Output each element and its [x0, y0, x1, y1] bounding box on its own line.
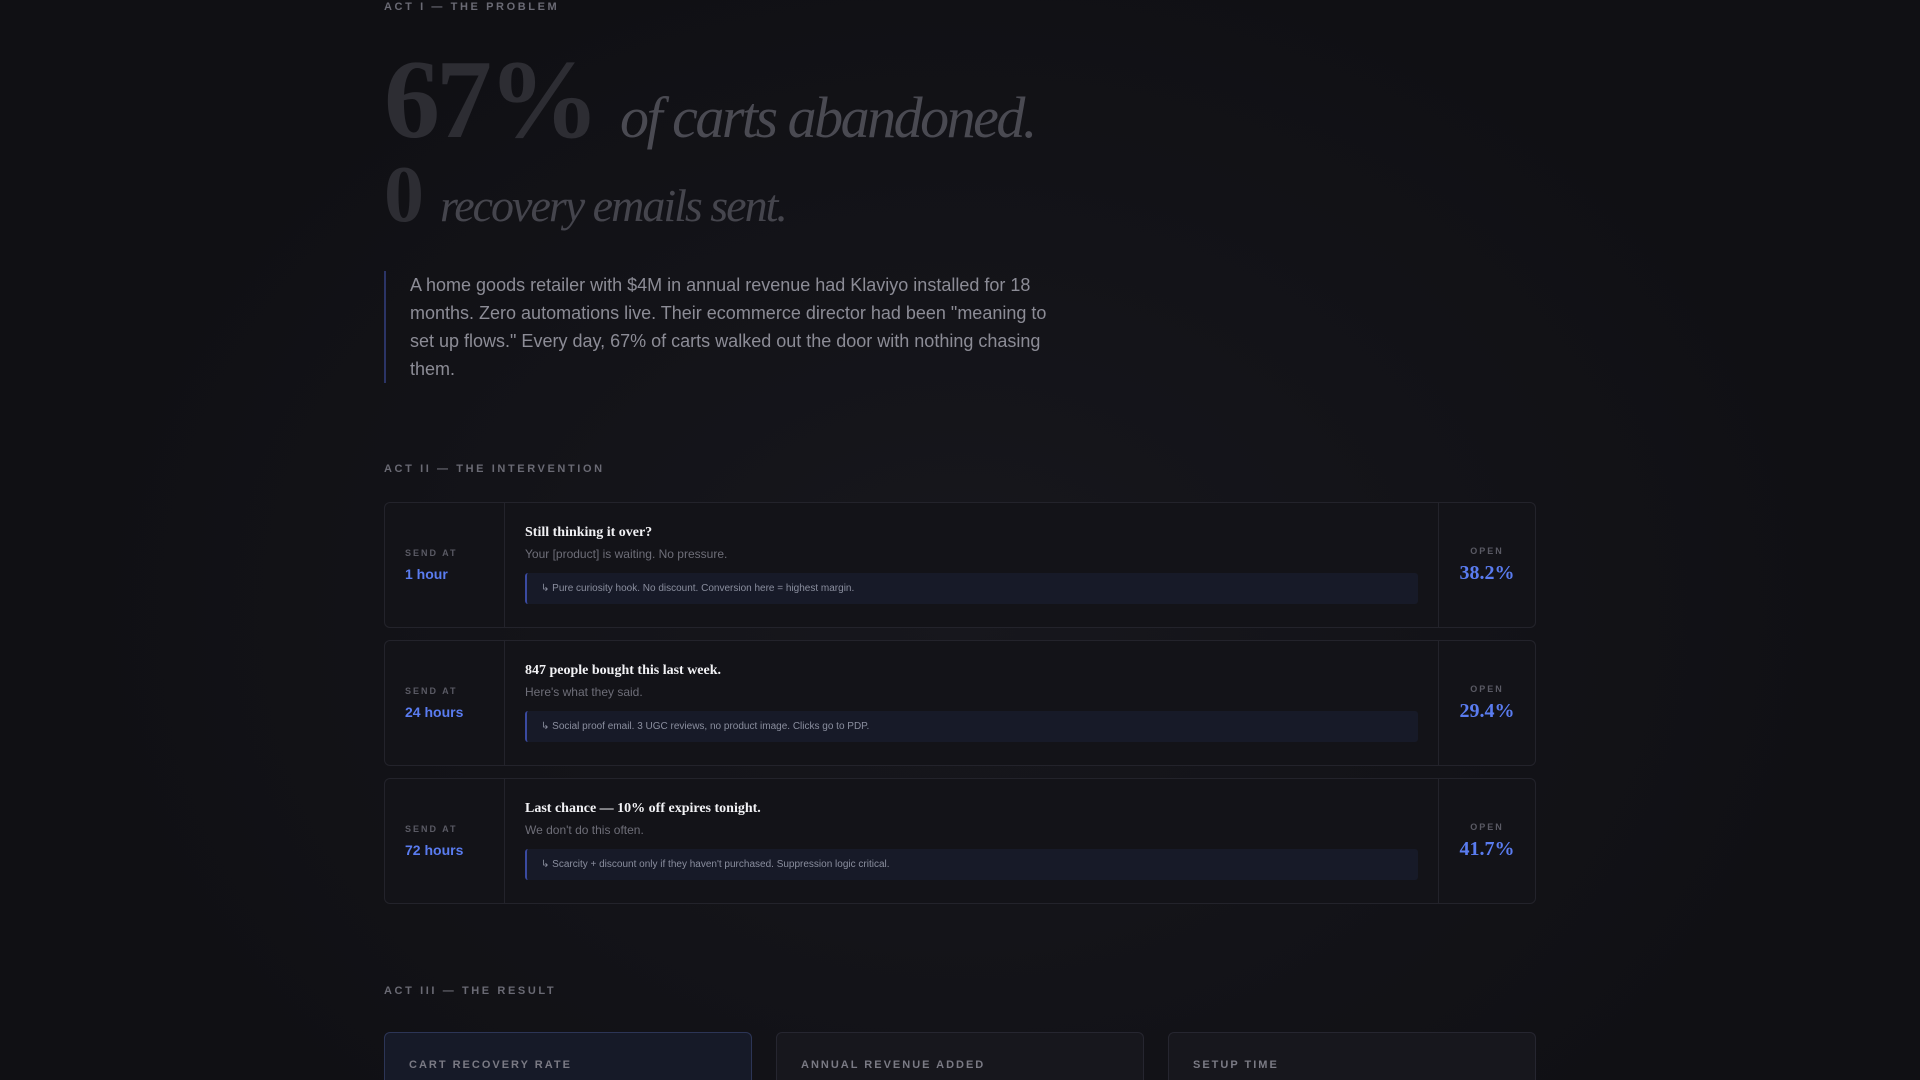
email-step-2: SEND AT 24 hours 847 people bought this … [384, 640, 1536, 766]
open-rate: OPEN 41.7% [1438, 779, 1535, 903]
result-card-revenue: ANNUAL REVENUE ADDED [776, 1032, 1144, 1080]
act2-label: ACT II — THE INTERVENTION [384, 463, 605, 475]
act1-label: ACT I — THE PROBLEM [384, 1, 560, 13]
email-subject: Still thinking it over? [525, 525, 653, 540]
email-content: 847 people bought this last week. Here's… [505, 641, 1438, 765]
email-content: Last chance — 10% off expires tonight. W… [505, 779, 1438, 903]
result-label: SETUP TIME [1193, 1059, 1279, 1071]
send-delay: 24 hours [405, 704, 464, 720]
email-preview: Here's what they said. [525, 685, 643, 699]
abandoned-caption: of carts abandoned. [620, 85, 1037, 150]
open-rate: OPEN 38.2% [1438, 503, 1535, 627]
strategy-note: ↳ Scarcity + discount only if they haven… [525, 849, 1418, 880]
emails-count: 0 [384, 151, 424, 239]
open-label: OPEN [1470, 545, 1504, 556]
send-timing: SEND AT 72 hours [385, 779, 505, 903]
email-preview: Your [product] is waiting. No pressure. [525, 547, 728, 561]
open-rate: OPEN 29.4% [1438, 641, 1535, 765]
open-rate-value: 38.2% [1459, 561, 1515, 584]
result-label: CART RECOVERY RATE [409, 1059, 572, 1071]
strategy-note: ↳ Social proof email. 3 UGC reviews, no … [525, 711, 1418, 742]
open-rate-value: 29.4% [1459, 699, 1515, 722]
email-content: Still thinking it over? Your [product] i… [505, 503, 1438, 627]
send-at-label: SEND AT [405, 548, 458, 558]
problem-quote: A home goods retailer with $4M in annual… [384, 271, 1070, 383]
email-subject: 847 people bought this last week. [525, 663, 722, 678]
send-delay: 1 hour [405, 566, 448, 582]
emails-caption: recovery emails sent. [440, 180, 788, 231]
result-card-recovery: CART RECOVERY RATE [384, 1032, 752, 1080]
open-rate-value: 41.7% [1459, 837, 1515, 860]
open-label: OPEN [1470, 821, 1504, 832]
act3-label: ACT III — THE RESULT [384, 985, 557, 997]
send-timing: SEND AT 24 hours [385, 641, 505, 765]
send-delay: 72 hours [405, 842, 464, 858]
strategy-note: ↳ Pure curiosity hook. No discount. Conv… [525, 573, 1418, 604]
hero-stat-abandoned: 67% of carts abandoned. [384, 36, 1037, 165]
email-step-3: SEND AT 72 hours Last chance — 10% off e… [384, 778, 1536, 904]
email-flow-steps: SEND AT 1 hour Still thinking it over? Y… [384, 502, 1536, 916]
send-timing: SEND AT 1 hour [385, 503, 505, 627]
send-at-label: SEND AT [405, 686, 458, 696]
email-subject: Last chance — 10% off expires tonight. [525, 801, 761, 816]
result-cards: CART RECOVERY RATE ANNUAL REVENUE ADDED … [384, 1032, 1536, 1080]
result-label: ANNUAL REVENUE ADDED [801, 1059, 986, 1071]
abandoned-percent: 67% [384, 38, 600, 162]
open-label: OPEN [1470, 683, 1504, 694]
email-preview: We don't do this often. [525, 823, 644, 837]
result-card-setup: SETUP TIME [1168, 1032, 1536, 1080]
send-at-label: SEND AT [405, 824, 458, 834]
hero-stat-emails: 0 recovery emails sent. [384, 150, 788, 241]
email-step-1: SEND AT 1 hour Still thinking it over? Y… [384, 502, 1536, 628]
